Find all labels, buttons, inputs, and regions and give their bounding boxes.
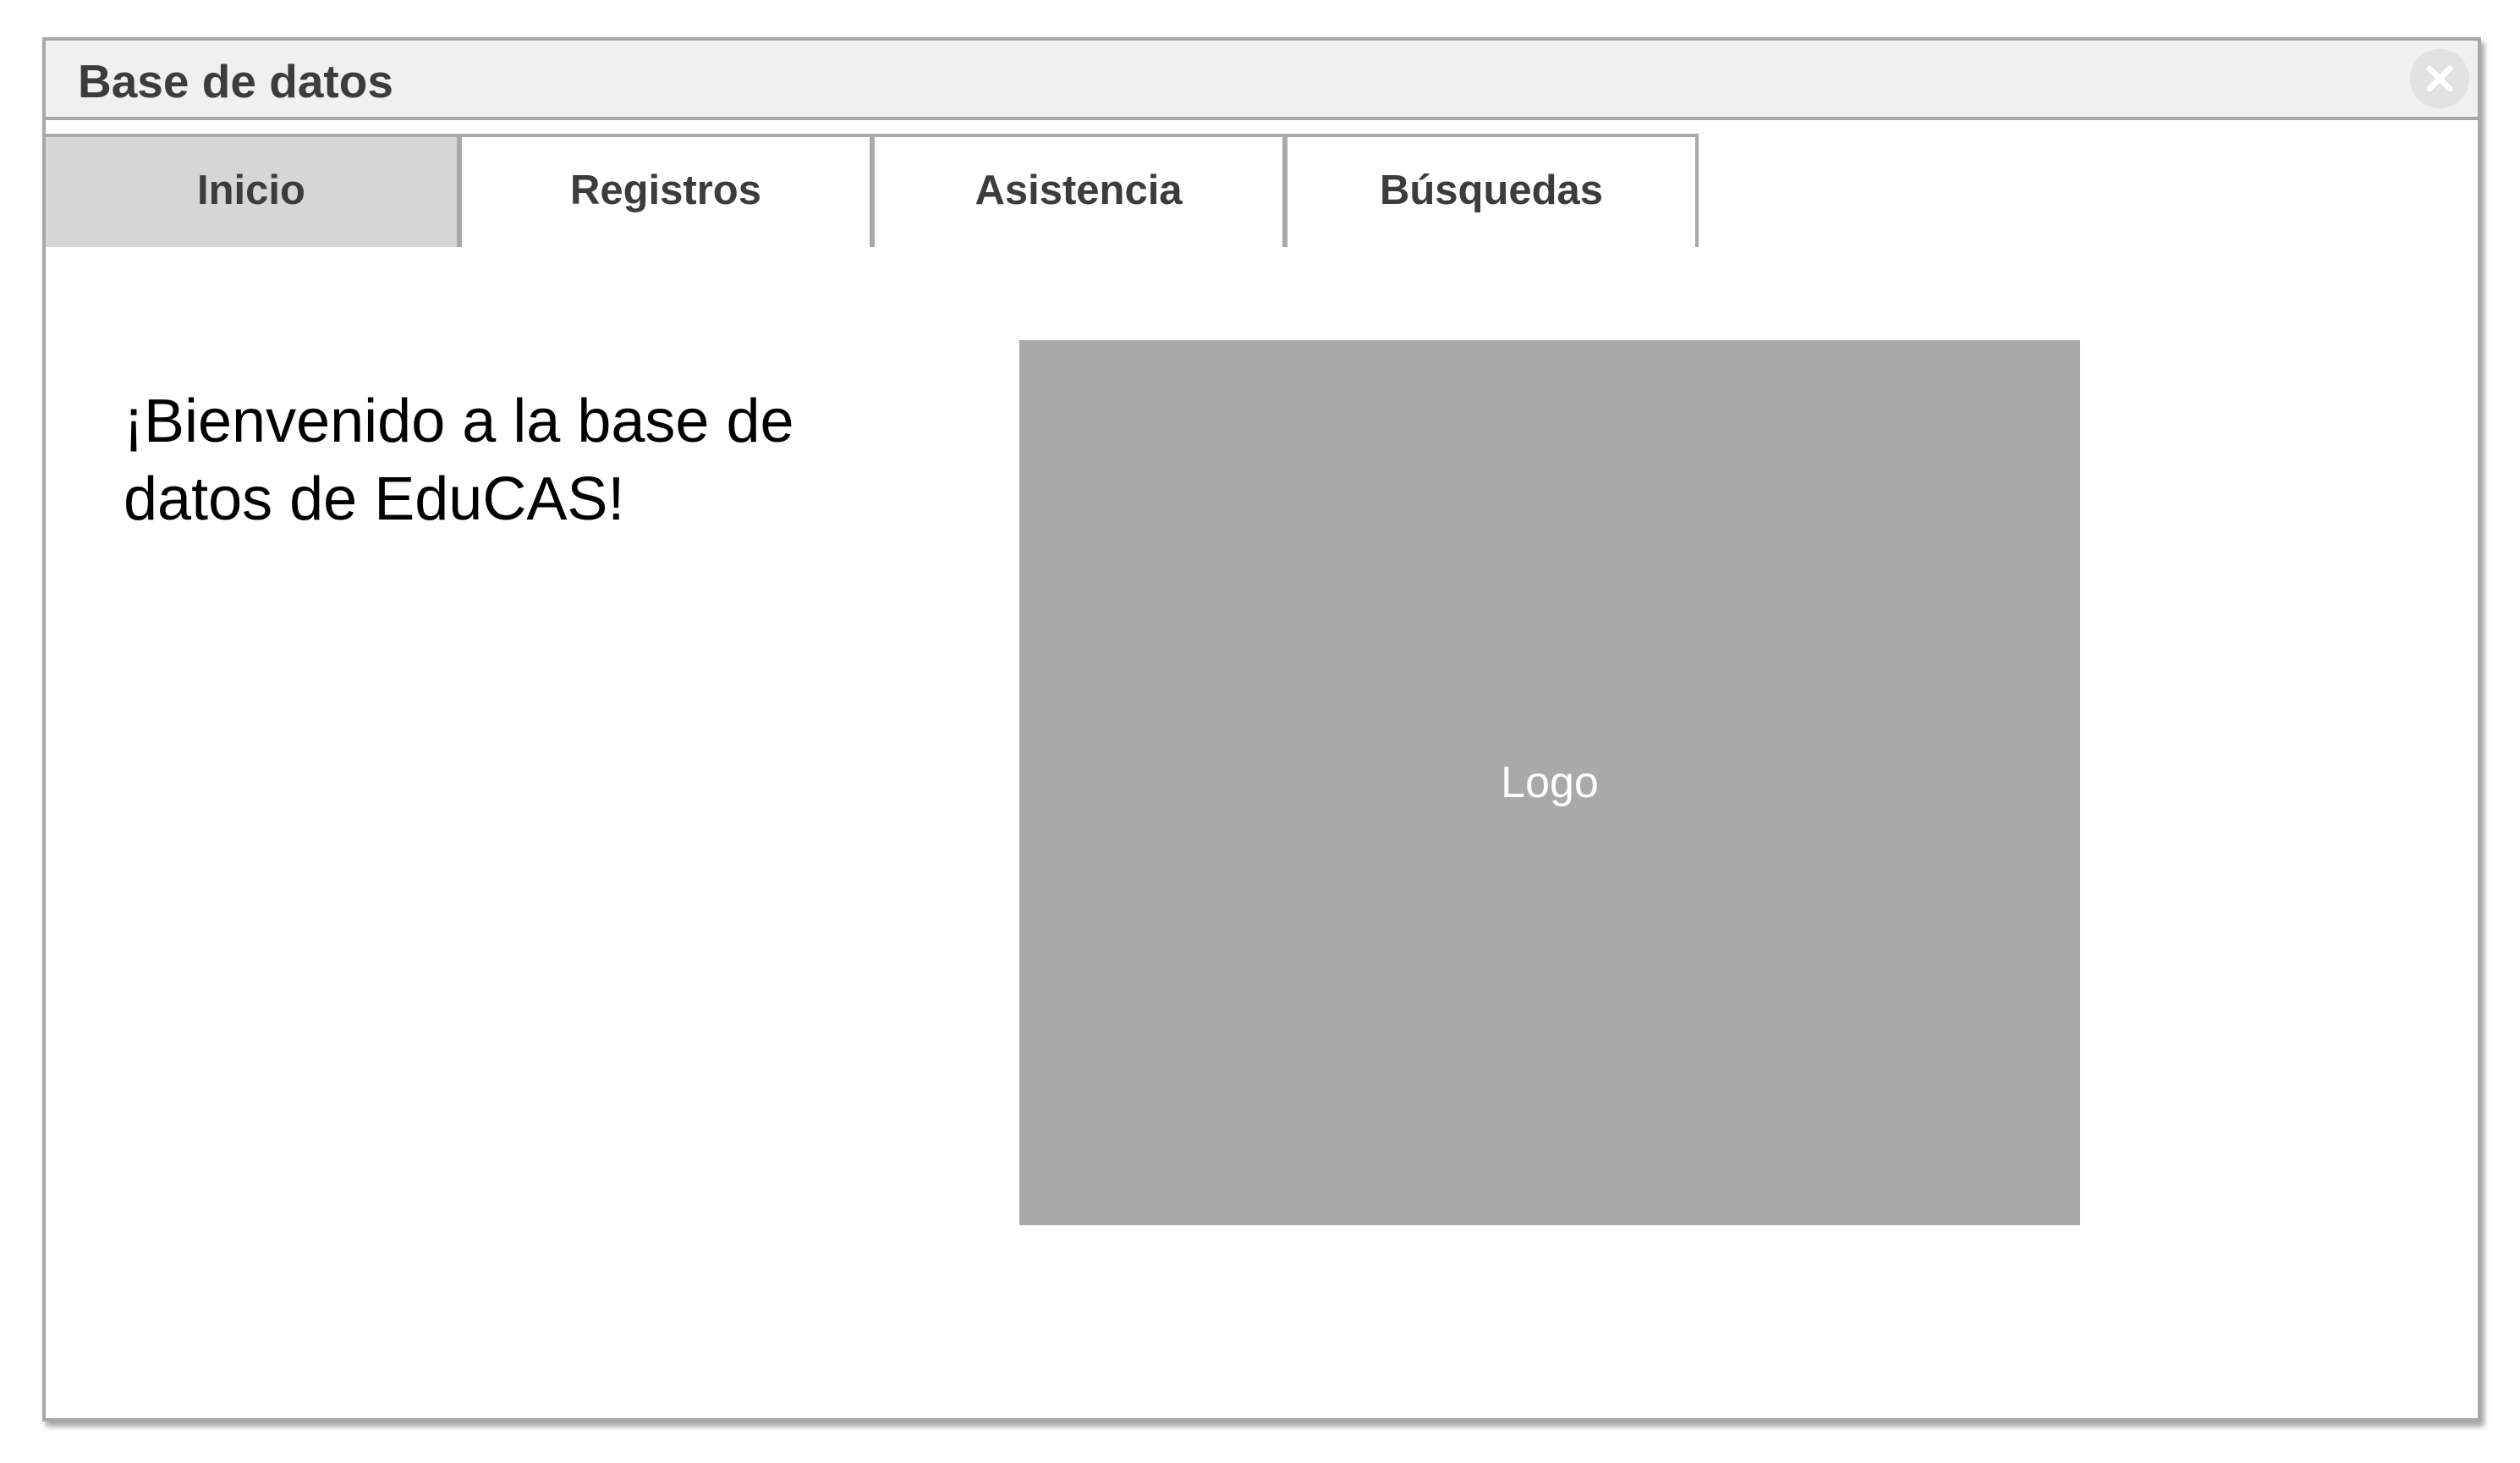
tab-asistencia[interactable]: Asistencia	[871, 134, 1286, 247]
tab-inicio[interactable]: Inicio	[46, 134, 460, 247]
tab-busquedas[interactable]: Búsquedas	[1284, 134, 1699, 247]
close-button[interactable]	[2410, 49, 2469, 108]
welcome-message: ¡Bienvenido a la base de datos de EduCAS…	[124, 388, 794, 533]
tab-registros[interactable]: Registros	[458, 134, 873, 247]
tab-bar: Inicio Registros Asistencia Búsquedas	[46, 134, 1704, 247]
app-window: Base de datos Inicio Registros Asistenci…	[42, 37, 2481, 1422]
logo-placeholder: Logo	[1019, 340, 2080, 1225]
window-title: Base de datos	[78, 55, 393, 107]
logo-label: Logo	[1501, 758, 1599, 807]
title-bar: Base de datos	[46, 41, 2478, 120]
close-icon	[2426, 65, 2453, 92]
